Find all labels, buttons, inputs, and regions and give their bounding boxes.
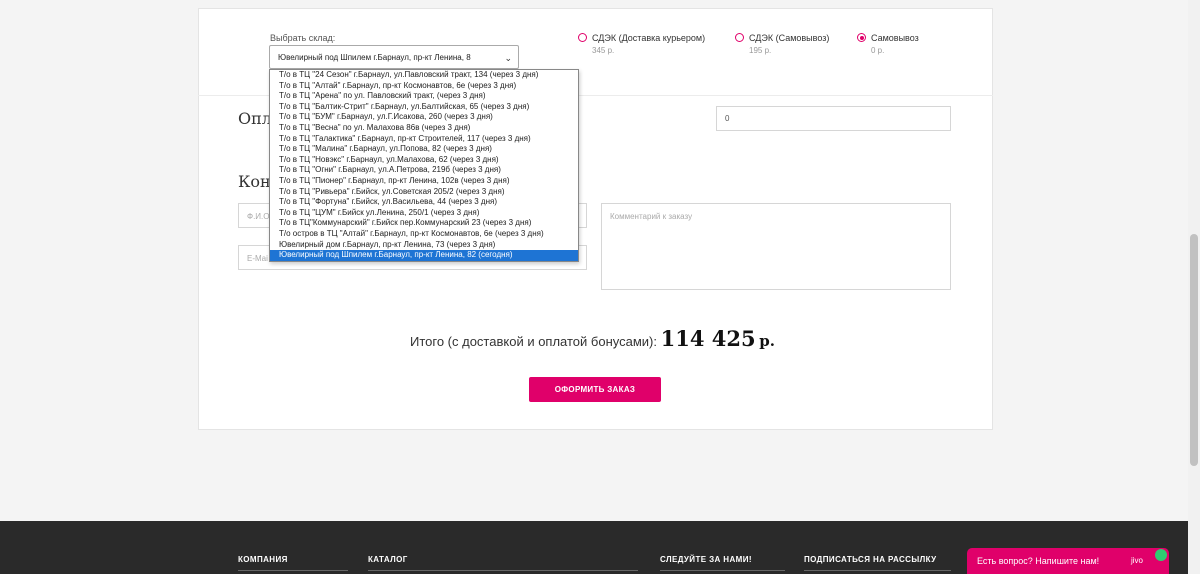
total-label: Итого (с доставкой и оплатой бонусами): <box>410 334 657 349</box>
warehouse-dropdown-list[interactable]: Т/о в ТЦ "24 Сезон" г.Барнаул, ул.Павлов… <box>269 69 579 262</box>
comment-textarea[interactable]: Комментарий к заказу <box>601 203 951 290</box>
radio-self-pickup[interactable] <box>857 33 866 42</box>
warehouse-option[interactable]: Т/о в ТЦ "БУМ" г.Барнаул, ул.Г.Исакова, … <box>270 112 578 123</box>
chevron-down-icon: ⌄ <box>504 53 512 63</box>
total-amount: 114 425 <box>660 326 756 351</box>
total-currency: р. <box>759 332 775 350</box>
warehouse-option[interactable]: Т/о в ТЦ "Ривьера" г.Бийск, ул.Советская… <box>270 187 578 198</box>
warehouse-option[interactable]: Ювелирный дом г.Барнаул, пр-кт Ленина, 7… <box>270 240 578 251</box>
warehouse-option[interactable]: Ювелирный под Шпилем г.Барнаул, пр-кт Ле… <box>270 250 578 261</box>
warehouse-select-value: Ювелирный под Шпилем г.Барнаул, пр-кт Ле… <box>278 53 471 62</box>
warehouse-option[interactable]: Т/о в ТЦ "Весна" по ул. Малахова 86в (че… <box>270 123 578 134</box>
warehouse-option[interactable]: Т/о в ТЦ "Огни" г.Барнаул, ул.А.Петрова,… <box>270 165 578 176</box>
chat-widget[interactable]: Есть вопрос? Напишите нам! jivo <box>967 548 1169 574</box>
footer-catalog[interactable]: КАТАЛОГ <box>368 555 408 564</box>
warehouse-option[interactable]: Т/о в ТЦ "Пионер" г.Барнаул, пр-кт Ленин… <box>270 176 578 187</box>
footer-divider <box>368 570 638 571</box>
scrollbar-thumb[interactable] <box>1190 234 1198 466</box>
shipping-option-price: 345 р. <box>592 46 615 55</box>
online-status-icon <box>1155 549 1167 561</box>
warehouse-option[interactable]: Т/о в ТЦ "Галактика" г.Барнаул, пр-кт Ст… <box>270 134 578 145</box>
place-order-button[interactable]: ОФОРМИТЬ ЗАКАЗ <box>529 377 661 402</box>
shipping-option-title[interactable]: СДЭК (Доставка курьером) <box>592 33 705 43</box>
shipping-option-price: 195 р. <box>749 46 772 55</box>
warehouse-option[interactable]: Т/о в ТЦ "Фортуна" г.Бийск, ул.Васильева… <box>270 197 578 208</box>
warehouse-option[interactable]: Т/о в ТЦ "Новэкс" г.Барнаул, ул.Малахова… <box>270 155 578 166</box>
warehouse-option[interactable]: Т/о в ТЦ "Арена" по ул. Павловский тракт… <box>270 91 578 102</box>
shipping-option-title[interactable]: СДЭК (Самовывоз) <box>749 33 829 43</box>
chat-brand: jivo <box>1131 556 1144 565</box>
bonus-input[interactable]: 0 <box>716 106 951 131</box>
shipping-option-price: 0 р. <box>871 46 885 55</box>
footer-divider <box>804 570 951 571</box>
order-total: Итого (с доставкой и оплатой бонусами): … <box>410 326 775 351</box>
warehouse-option[interactable]: Т/о в ТЦ "ЦУМ" г.Бийск ул.Ленина, 250/1 … <box>270 208 578 219</box>
warehouse-select[interactable]: Ювелирный под Шпилем г.Барнаул, пр-кт Ле… <box>269 45 519 69</box>
warehouse-option[interactable]: Т/о в ТЦ "24 Сезон" г.Барнаул, ул.Павлов… <box>270 70 578 81</box>
warehouse-option[interactable]: Т/о в ТЦ "Балтик-Стрит" г.Барнаул, ул.Ба… <box>270 102 578 113</box>
warehouse-option[interactable]: Т/о остров в ТЦ "Алтай" г.Барнаул, пр-кт… <box>270 229 578 240</box>
warehouse-label: Выбрать склад: <box>270 33 336 43</box>
warehouse-option[interactable]: Т/о в ТЦ "Алтай" г.Барнаул, пр-кт Космон… <box>270 81 578 92</box>
radio-cdek-courier[interactable] <box>578 33 587 42</box>
warehouse-option[interactable]: Т/о в ТЦ"Коммунарский" г.Бийск пер.Комму… <box>270 218 578 229</box>
shipping-option-title[interactable]: Самовывоз <box>871 33 919 43</box>
chat-text: Есть вопрос? Напишите нам! <box>977 556 1100 566</box>
footer-follow: СЛЕДУЙТЕ ЗА НАМИ! <box>660 555 752 564</box>
footer-company[interactable]: КОМПАНИЯ <box>238 555 288 564</box>
warehouse-option[interactable]: Т/о в ТЦ "Малина" г.Барнаул, ул.Попова, … <box>270 144 578 155</box>
radio-cdek-pickup[interactable] <box>735 33 744 42</box>
footer-divider <box>238 570 348 571</box>
footer-subscribe: ПОДПИСАТЬСЯ НА РАССЫЛКУ <box>804 555 937 564</box>
footer-divider <box>660 570 785 571</box>
